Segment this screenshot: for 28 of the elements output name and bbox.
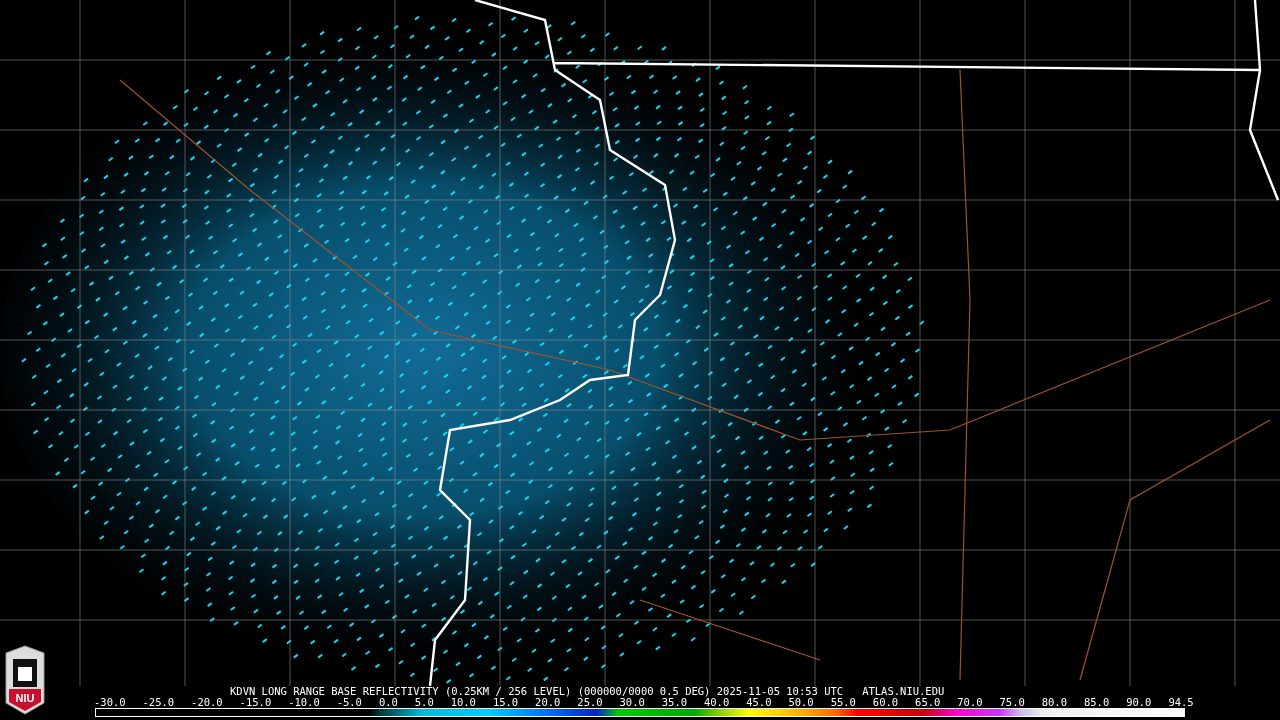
scale-label: 10.0 [450,697,476,708]
scale-label: 85.0 [1083,697,1110,708]
scale-label: 75.0 [999,697,1025,708]
product-title: KDVN LONG RANGE BASE REFLECTIVITY (0.25KM / 256 LEVEL) (000000/0000 0.5 DEG) 2025-11-05 10:53 UTC ATLAS.NIU.EDU [230,686,946,697]
scale-label: 80.0 [1041,697,1067,708]
scale-label: -30.0 [94,697,126,708]
scale-label: -15.0 [239,697,272,708]
scale-label: 25.0 [577,697,603,708]
scale-label: 15.0 [492,697,519,708]
scale-label: 70.0 [957,697,983,708]
scale-label: -10.0 [288,697,320,708]
scale-label: 35.0 [661,697,688,708]
scale-label: -25.0 [142,697,175,708]
scale-label: 45.0 [746,697,772,708]
scale-label: 30.0 [619,697,645,708]
scale-label: 40.0 [703,697,730,708]
scale-label: -5.0 [336,697,362,708]
scale-label: 60.0 [872,697,899,708]
scale-label: 65.0 [915,697,941,708]
scale-label: 0.0 [378,697,398,708]
scale-label: -20.0 [191,697,223,708]
university-logo: NIU [4,645,46,715]
scale-label: 50.0 [788,697,814,708]
scale-label: 5.0 [414,697,434,708]
scale-label: 55.0 [830,697,856,708]
scale-label: 20.0 [535,697,561,708]
scale-label: 90.0 [1126,697,1152,708]
scale-label: 94.5 [1168,697,1194,708]
